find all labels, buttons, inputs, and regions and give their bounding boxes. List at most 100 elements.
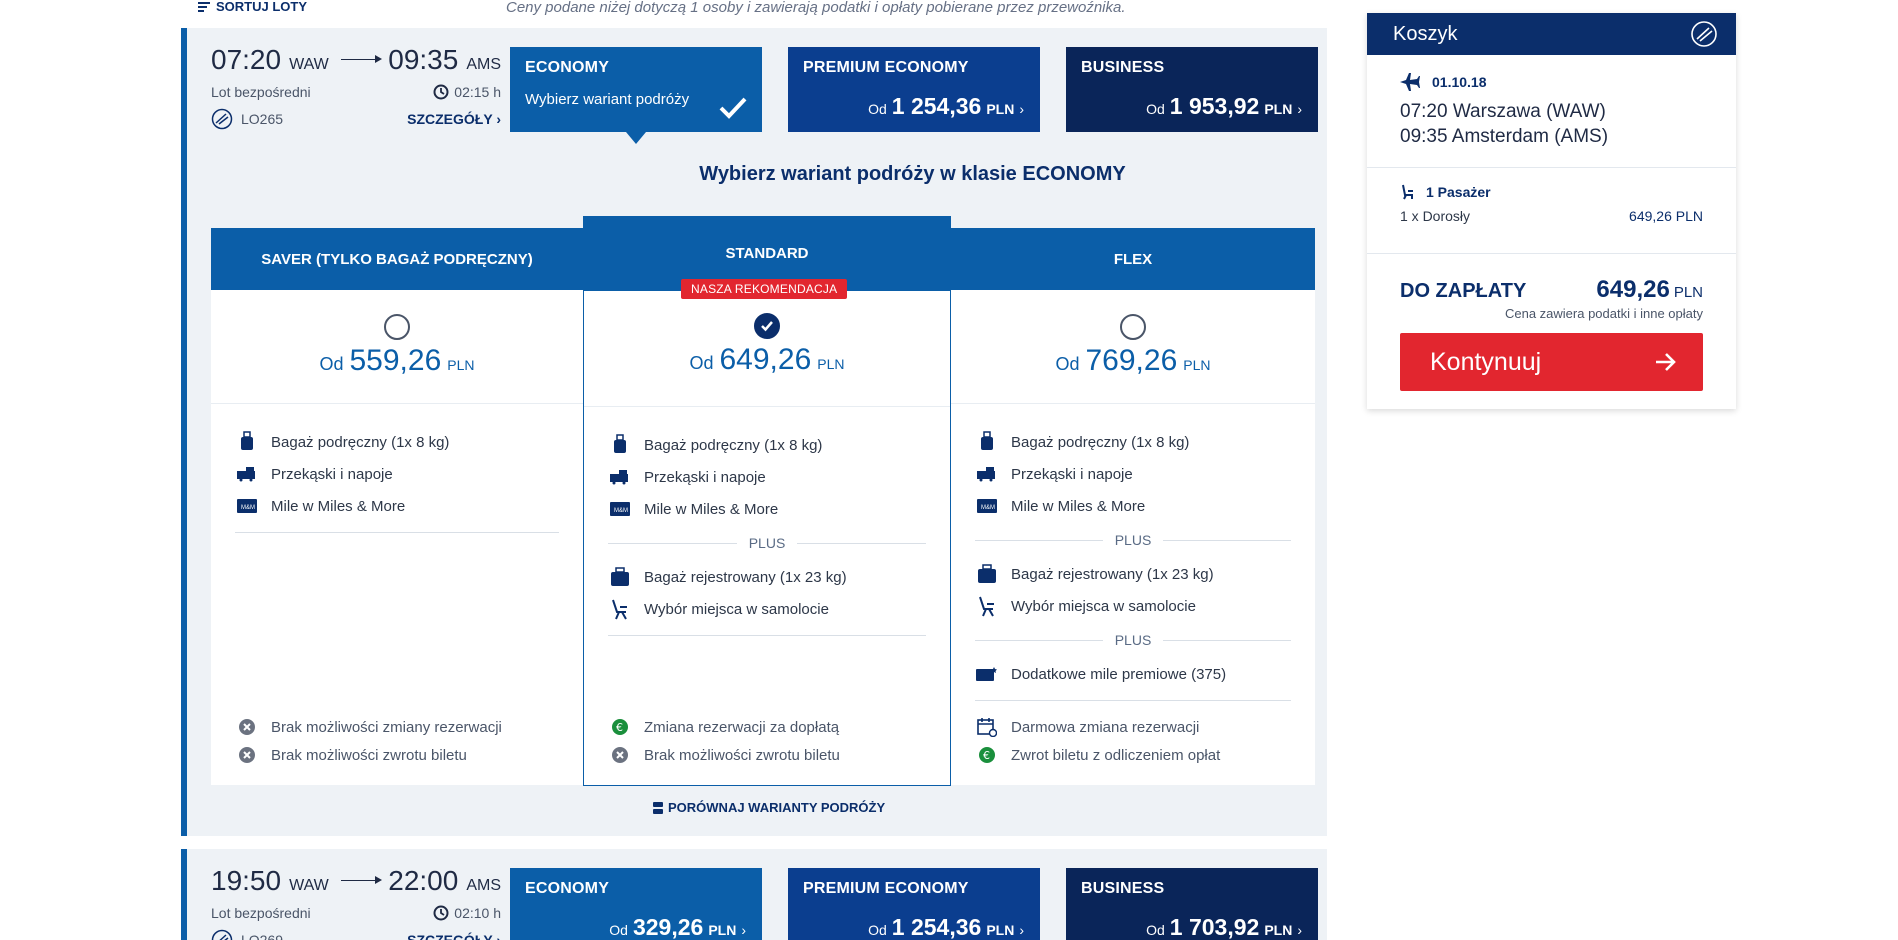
feature-no-refund: Brak możliwości zwrotu biletu [608, 741, 926, 769]
chevron-right-icon: › [1019, 101, 1024, 117]
fare-economy-button[interactable]: ECONOMY Od 329,26 PLN › [510, 868, 762, 940]
chevron-right-icon: › [1297, 101, 1302, 117]
fare-business-button[interactable]: BUSINESS Od 1 703,92 PLN › [1066, 868, 1318, 940]
svg-text:€: € [983, 749, 990, 762]
passenger-type: 1 x Dorosły [1400, 208, 1471, 224]
total-label: DO ZAPŁATY [1400, 280, 1527, 302]
price-prefix: Od [868, 922, 887, 938]
variant-standard-radio[interactable] [754, 313, 780, 339]
price-prefix: Od [609, 922, 628, 938]
passenger-amount: 649,26 PLN [1629, 208, 1703, 224]
variant-currency: PLN [447, 357, 475, 373]
svg-text:M&M: M&M [614, 508, 628, 514]
flight-duration: 02:10 h [454, 905, 501, 921]
cart-passengers: 1 Pasażer 1 x Dorosły 649,26 PLN [1367, 168, 1736, 254]
variant-standard[interactable]: STANDARD NASZA REKOMENDACJA Od 649,26 PL… [583, 216, 951, 786]
cart-title: Koszyk [1393, 22, 1458, 45]
variant-currency: PLN [817, 356, 845, 372]
snack-cart-icon [975, 462, 999, 486]
flight-number: LO269 [241, 932, 284, 940]
flight-type: Lot bezpośredni [211, 84, 311, 100]
feature-cabin-bag: Bagaż podręczny (1x 8 kg) [608, 429, 926, 461]
flight-details-link[interactable]: SZCZEGÓŁY › [407, 111, 501, 127]
flight-number: LO265 [241, 111, 284, 127]
variant-name: FLEX [951, 228, 1315, 290]
feature-miles: M&M Mile w Miles & More [608, 493, 926, 525]
cabin-bag-icon [235, 430, 259, 454]
compare-icon [653, 801, 663, 814]
feature-snacks: Przekąski i napoje [235, 458, 559, 490]
cabin-bag-icon [975, 430, 999, 454]
fare-currency: PLN [986, 922, 1015, 938]
svg-text:M&M: M&M [241, 505, 255, 511]
departure-time: 19:50 [211, 865, 282, 896]
recommendation-badge: NASZA REKOMENDACJA [681, 279, 848, 299]
feature-no-change: Brak możliwości zmiany rezerwacji [235, 713, 559, 741]
fare-currency: PLN [1264, 101, 1293, 117]
variant-currency: PLN [1183, 357, 1211, 373]
bonus-miles-icon [975, 662, 999, 686]
sort-icon [198, 1, 210, 12]
lot-logo-icon [211, 929, 233, 940]
cross-circle-icon [235, 715, 259, 739]
fare-premium-economy-button[interactable]: PREMIUM ECONOMY Od 1 254,36 PLN › [788, 868, 1040, 940]
flight-times: 19:50 WAW 22:00 AMS Lot bezpośredni 02:1… [211, 865, 501, 940]
route-arrow-icon [340, 876, 383, 884]
total-amount: 649,26 [1596, 276, 1670, 303]
total-currency: PLN [1673, 284, 1703, 301]
checked-bag-icon [608, 565, 632, 589]
calendar-icon [975, 715, 999, 739]
flight-duration: 02:15 h [454, 84, 501, 100]
arrival-time: 09:35 [388, 44, 459, 75]
feature-bonus-miles: Dodatkowe mile premiowe (375) [975, 658, 1291, 690]
flight-details-link[interactable]: SZCZEGÓŁY › [407, 932, 501, 940]
lot-logo-icon [1691, 21, 1717, 47]
fare-variants: SAVER (TYLKO BAGAŻ PODRĘCZNY) Od 559,26 … [211, 216, 1315, 786]
sort-flights-label: SORTUJ LOTY [216, 0, 308, 14]
fare-economy-button[interactable]: ECONOMY Wybierz wariant podróży [510, 47, 762, 144]
variant-flex[interactable]: FLEX Od 769,26 PLN Bagaż podręczny (1x 8… [951, 228, 1315, 785]
feature-no-refund: Brak możliwości zwrotu biletu [235, 741, 559, 769]
snack-cart-icon [235, 462, 259, 486]
svg-text:M&M: M&M [981, 505, 995, 511]
variant-price: 769,26 [1085, 344, 1178, 377]
compare-variants-link[interactable]: PORÓWNAJ WARIANTY PODRÓŻY [653, 800, 885, 815]
feature-seat-choice: Wybór miejsca w samolocie [608, 593, 926, 625]
passenger-count: 1 Pasażer [1426, 184, 1491, 200]
variant-flex-radio[interactable] [1120, 314, 1146, 340]
euro-coin-icon: € [608, 715, 632, 739]
variant-name: SAVER (TYLKO BAGAŻ PODRĘCZNY) [211, 228, 583, 290]
cart-flight-summary: 01.10.18 07:20 Warszawa (WAW) 09:35 Amst… [1367, 55, 1736, 168]
fare-economy-subtitle: Wybierz wariant podróży [525, 91, 690, 108]
fare-price: 1 254,36 [891, 93, 982, 119]
fare-currency: PLN [1264, 922, 1293, 938]
fare-premium-economy-button[interactable]: PREMIUM ECONOMY Od 1 254,36 PLN › [788, 47, 1040, 132]
variant-saver[interactable]: SAVER (TYLKO BAGAŻ PODRĘCZNY) Od 559,26 … [211, 228, 583, 785]
total-note: Cena zawiera podatki i inne opłaty [1504, 306, 1703, 321]
miles-card-icon: M&M [975, 494, 999, 518]
continue-button[interactable]: Kontynuuj [1400, 333, 1703, 391]
feature-checked-bag: Bagaż rejestrowany (1x 23 kg) [975, 558, 1291, 590]
chevron-right-icon: › [1019, 922, 1024, 938]
cart-departure: 07:20 Warszawa (WAW) [1400, 101, 1606, 122]
seat-icon [975, 594, 999, 618]
variant-saver-radio[interactable] [384, 314, 410, 340]
arrival-code: AMS [466, 56, 501, 73]
price-prefix: Od [868, 101, 887, 117]
arrow-right-icon [1656, 353, 1676, 371]
miles-card-icon: M&M [235, 494, 259, 518]
fare-business-button[interactable]: BUSINESS Od 1 953,92 PLN › [1066, 47, 1318, 132]
fare-price: 1 703,92 [1169, 914, 1260, 940]
route-arrow-icon [340, 55, 383, 63]
sort-flights-link[interactable]: SORTUJ LOTY [198, 0, 307, 14]
cart-total: DO ZAPŁATY 649,26 PLN Cena zawiera podatk… [1367, 254, 1736, 391]
cart-header: Koszyk [1367, 13, 1736, 55]
fare-class-label: ECONOMY [525, 59, 610, 76]
clock-icon [433, 84, 449, 100]
feature-snacks: Przekąski i napoje [608, 461, 926, 493]
flight-card-lo265: 07:20 WAW 09:35 AMS Lot bezpośredni 02:1… [181, 28, 1327, 836]
departure-code: WAW [289, 877, 329, 894]
arrival-time: 22:00 [388, 865, 459, 896]
flight-times: 07:20 WAW 09:35 AMS Lot bezpośredni 02:1… [211, 44, 501, 130]
fare-price: 1 254,36 [891, 914, 982, 940]
